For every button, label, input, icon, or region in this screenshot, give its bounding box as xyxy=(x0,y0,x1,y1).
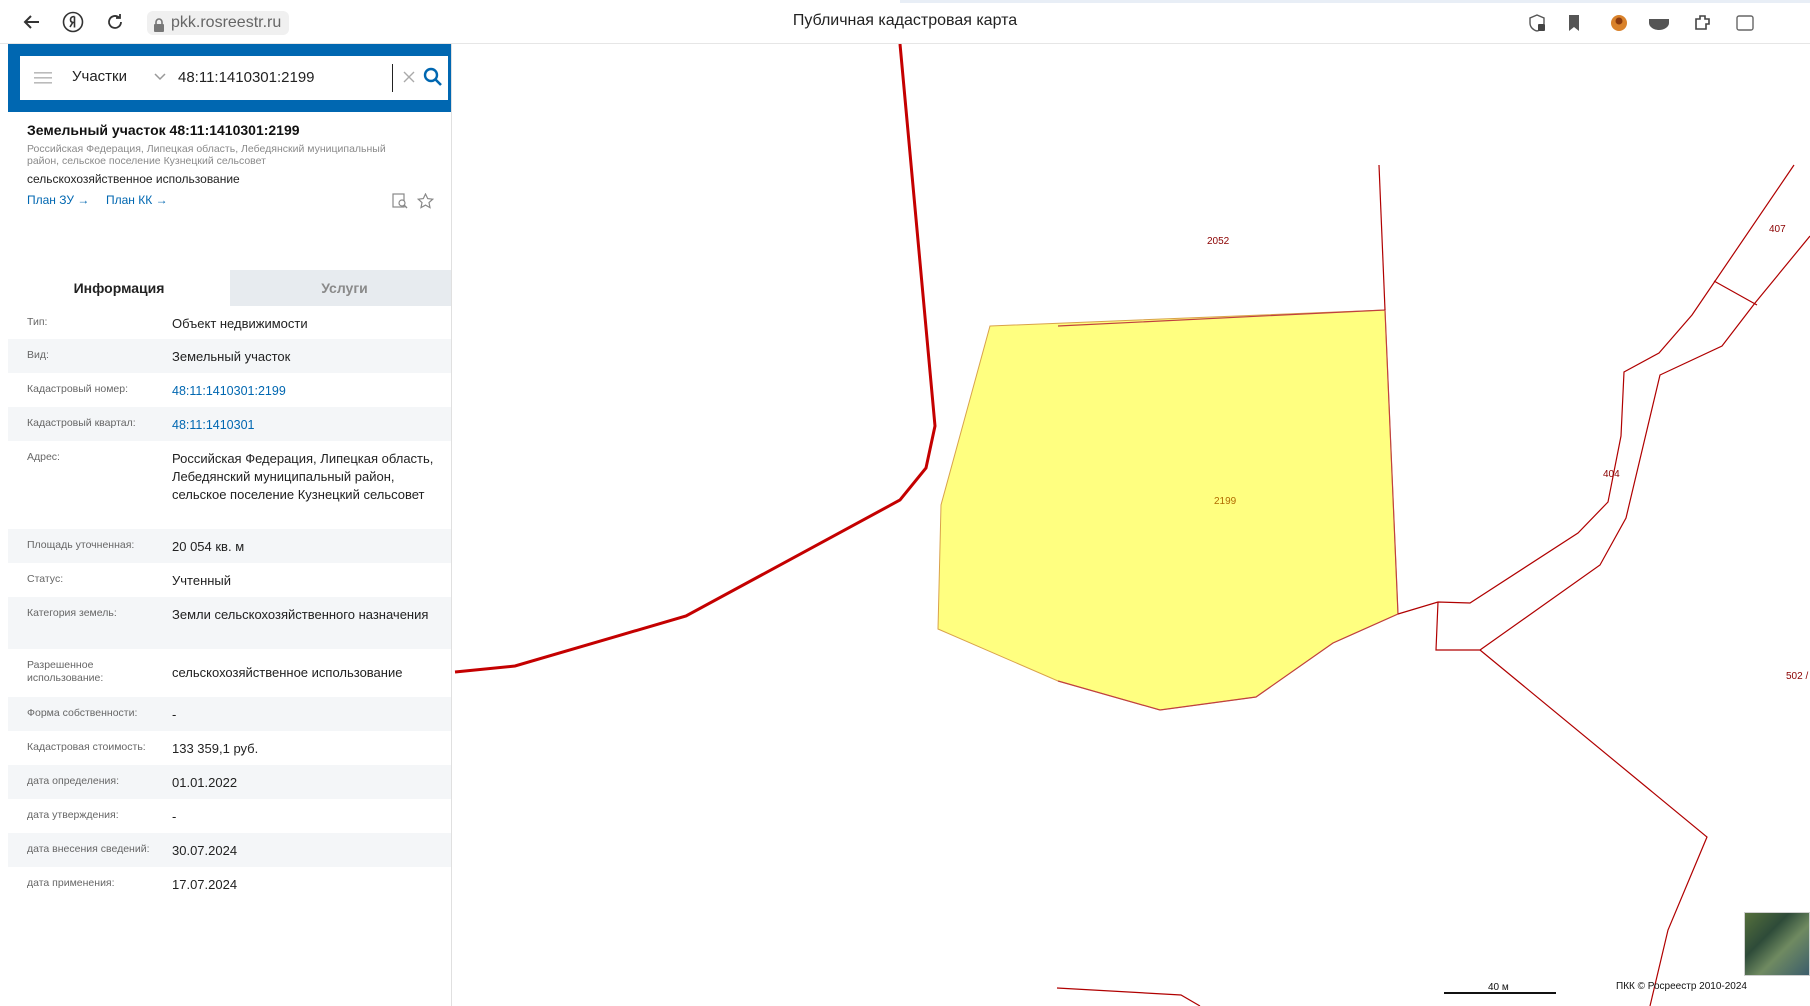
search-box: Участки xyxy=(20,56,448,100)
info-value: Объект недвижимости xyxy=(172,316,308,331)
map-canvas[interactable]: 2052 2199 407 404 502 / 40 м xyxy=(452,44,1810,1006)
info-key: Адрес: xyxy=(27,451,60,463)
info-row: Вид: Земельный участок xyxy=(8,339,459,373)
info-value: - xyxy=(172,809,177,824)
parcel-use: сельскохозяйственное использование xyxy=(27,172,240,186)
print-preview-icon[interactable] xyxy=(392,193,408,209)
info-row: дата утверждения: - xyxy=(8,799,459,833)
map-label-407: 407 xyxy=(1769,224,1786,235)
info-key: Статус: xyxy=(27,573,64,585)
info-table: Тип: Объект недвижимости Вид: Земельный уч… xyxy=(8,306,459,901)
selected-parcel-2199[interactable] xyxy=(937,309,1399,711)
reload-button[interactable] xyxy=(103,10,127,34)
info-value: сельскохозяйственное использование xyxy=(172,665,403,680)
scale-label: 40 м xyxy=(1488,982,1509,993)
more-icon[interactable] xyxy=(1734,12,1756,34)
bookmark-icon[interactable] xyxy=(1563,12,1585,34)
search-type-select[interactable]: Участки xyxy=(72,68,127,85)
map-label-502: 502 / xyxy=(1786,671,1808,682)
yandex-button[interactable] xyxy=(61,10,85,34)
map-label-2052: 2052 xyxy=(1207,236,1230,247)
info-key: дата внесения сведений: xyxy=(27,843,150,855)
loading-strip xyxy=(900,0,1810,3)
info-row: Категория земель: Земли сельскохозяйствен… xyxy=(8,597,459,649)
tab-information[interactable]: Информация xyxy=(8,270,230,306)
plan-kk-link[interactable]: План КК → xyxy=(106,193,168,207)
browser-toolbar: pkk.rosreestr.ru Публичная кадастровая к… xyxy=(0,0,1810,44)
search-bar: Участки xyxy=(8,44,474,112)
info-row: Кадастровая стоимость: 133 359,1 руб. xyxy=(8,731,459,765)
info-row: Тип: Объект недвижимости xyxy=(8,306,459,339)
info-key: Кадастровая стоимость: xyxy=(27,741,146,753)
cadastral-map[interactable]: 2052 2199 407 404 502 / 40 м xyxy=(452,44,1810,1006)
info-value: Российская Федерация, Липецкая область, … xyxy=(172,451,434,502)
clear-icon[interactable] xyxy=(402,70,416,84)
extension-shield-icon[interactable] xyxy=(1648,12,1670,34)
info-key: Площадь уточненная: xyxy=(27,539,135,551)
info-row: Кадастровый номер: 48:11:1410301:2199 xyxy=(8,373,459,407)
map-label-404: 404 xyxy=(1603,469,1620,480)
info-row: Кадастровый квартал: 48:11:1410301 xyxy=(8,407,459,441)
info-row: дата определения: 01.01.2022 xyxy=(8,765,459,799)
plan-zu-link[interactable]: План ЗУ → xyxy=(27,193,89,207)
map-label-2199: 2199 xyxy=(1214,496,1237,507)
chevron-down-icon[interactable] xyxy=(154,72,166,82)
info-row: дата внесения сведений: 30.07.2024 xyxy=(8,833,459,867)
text-caret xyxy=(392,64,393,92)
search-input[interactable] xyxy=(178,56,388,100)
info-tabs: Информация Услуги xyxy=(8,270,459,306)
info-value: 20 054 кв. м xyxy=(172,539,245,554)
info-key: дата утверждения: xyxy=(27,809,119,821)
search-icon[interactable] xyxy=(423,67,443,87)
info-value: Земельный участок xyxy=(172,349,291,364)
menu-icon[interactable] xyxy=(34,70,52,86)
cadastral-number-link[interactable]: 48:11:1410301:2199 xyxy=(172,382,442,400)
arrow-left-icon xyxy=(23,15,39,29)
satellite-layer-thumbnail[interactable] xyxy=(1744,912,1810,976)
parcel-title: Земельный участок 48:11:1410301:2199 xyxy=(27,122,300,138)
tab-services[interactable]: Услуги xyxy=(230,270,459,306)
extensions-puzzle-icon[interactable] xyxy=(1692,12,1714,34)
info-value: 133 359,1 руб. xyxy=(172,741,259,756)
parcel-address: Российская Федерация, Липецкая область, … xyxy=(27,143,386,167)
map-copyright: ПКК © Росреестр 2010-2024 xyxy=(1616,981,1747,992)
info-row: Статус: Учтенный xyxy=(8,563,459,597)
info-row: Форма собственности: - xyxy=(8,697,459,731)
cadastral-quarter-link[interactable]: 48:11:1410301 xyxy=(172,416,442,434)
reload-icon xyxy=(108,14,122,29)
info-key: Кадастровый номер: xyxy=(27,383,129,395)
info-key: дата применения: xyxy=(27,877,115,889)
info-key: Вид: xyxy=(27,349,49,361)
info-value: 01.01.2022 xyxy=(172,775,238,790)
info-value: - xyxy=(172,707,177,722)
info-key: Кадастровый квартал: xyxy=(27,417,136,429)
info-value: Земли сельскохозяйственного назначения xyxy=(172,607,429,622)
lock-icon xyxy=(153,16,165,40)
info-row: Разрешенное использование: сельскохозяйст… xyxy=(8,649,459,697)
info-value: 30.07.2024 xyxy=(172,843,238,858)
info-key: Тип: xyxy=(27,316,48,328)
tracker-blocker-icon[interactable] xyxy=(1526,12,1548,34)
address-bar[interactable]: pkk.rosreestr.ru xyxy=(147,11,290,35)
info-panel: Участки Земельный участок 48:11:1410301:… xyxy=(8,44,474,1006)
info-key: Разрешенное использование: xyxy=(27,659,104,684)
info-row: Площадь уточненная: 20 054 кв. м xyxy=(8,529,459,563)
info-row: Адрес: Российская Федерация, Липецкая обл… xyxy=(8,441,459,529)
info-key: дата определения: xyxy=(27,775,120,787)
parcel-header: Земельный участок 48:11:1410301:2199 Рос… xyxy=(8,112,459,272)
info-value: 17.07.2024 xyxy=(172,877,238,892)
info-row: дата применения: 17.07.2024 xyxy=(8,867,459,901)
info-value: Учтенный xyxy=(172,573,232,588)
star-icon[interactable] xyxy=(417,193,434,209)
extension-emoji-icon[interactable] xyxy=(1608,12,1630,34)
info-key: Форма собственности: xyxy=(27,707,138,719)
info-key: Категория земель: xyxy=(27,607,117,619)
url-text: pkk.rosreestr.ru xyxy=(171,14,282,31)
district-boundary xyxy=(454,44,937,674)
back-button[interactable] xyxy=(20,10,44,34)
yandex-logo-icon xyxy=(62,11,84,33)
